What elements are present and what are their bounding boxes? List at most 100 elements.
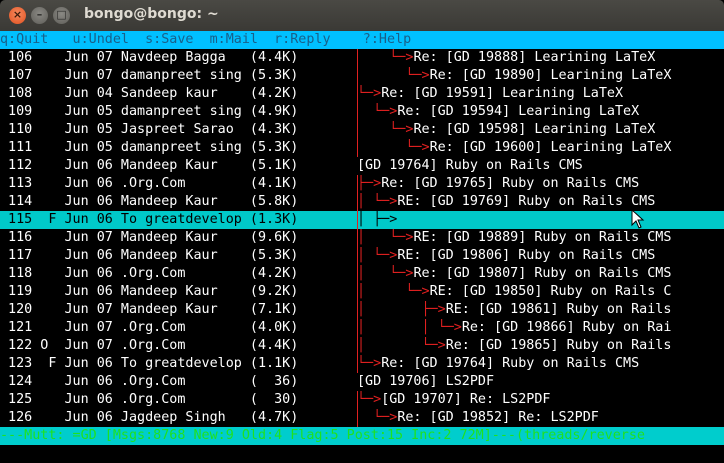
message-row[interactable]: 123 F Jun 06 To greatdevelop (1.1K) └─>Re…: [0, 355, 724, 373]
thread-tree-and-subject: [GD 19706] LS2PDF: [357, 373, 494, 391]
thread-tree-and-subject: └─>Re: [GD 19591] Learining LaTeX: [357, 85, 623, 103]
message-row[interactable]: 108 Jun 04 Sandeep kaur (4.2K) └─>Re: [GD…: [0, 85, 724, 103]
message-row[interactable]: 119 Jun 06 Mandeep Kaur (9.2K) │ └─>RE: […: [0, 283, 724, 301]
message-summary: 117 Jun 06 Mandeep Kaur (5.3K): [0, 248, 299, 263]
message-summary: 106 Jun 07 Navdeep Bagga (4.4K): [0, 50, 299, 65]
thread-tree-and-subject: └─>Re: [GD 19598] Learining LaTeX: [357, 121, 655, 139]
message-summary: 108 Jun 04 Sandeep kaur (4.2K): [0, 86, 299, 101]
status-bar: ---Mutt: =GD [Msgs:8768 New:9 Old:4 Flag…: [0, 427, 724, 445]
thread-tree-and-subject: │ └─>RE: [GD 19889] Ruby on Rails CMS: [357, 229, 671, 247]
thread-tree-and-subject: └─>Re: [GD 19852] Re: LS2PDF: [357, 409, 599, 427]
thread-tree-and-subject: └─>Re: [GD 19764] Ruby on Rails CMS: [357, 355, 639, 373]
thread-arrow: └─>: [357, 104, 398, 119]
message-row[interactable]: 117 Jun 06 Mandeep Kaur (5.3K) │ └─>RE: […: [0, 247, 724, 265]
message-row[interactable]: 110 Jun 05 Jaspreet Sarao (4.3K) └─>Re: …: [0, 121, 724, 139]
message-row[interactable]: 107 Jun 07 damanpreet sing (5.3K) └─>Re:…: [0, 67, 724, 85]
window-titlebar: × – □ bongo@bongo: ~: [0, 0, 724, 31]
message-subject: Re: [GD 19890] Learining LaTeX: [429, 68, 672, 83]
message-row[interactable]: 126 Jun 06 Jagdeep Singh (4.7K) └─>Re: […: [0, 409, 724, 427]
message-summary: 116 Jun 07 Mandeep Kaur (9.6K): [0, 230, 299, 245]
thread-tree-and-subject: │ ├─>RE: [GD 19861] Ruby on Rails: [357, 301, 671, 319]
message-subject: Re: [GD 19591] Learining LaTeX: [381, 86, 624, 101]
maximize-window-button[interactable]: □: [53, 7, 70, 24]
thread-arrow: │ └─>: [357, 230, 414, 245]
thread-tree-and-subject: │ └─>RE: [GD 19806] Ruby on Rails CMS: [357, 247, 655, 265]
message-summary: 109 Jun 05 damanpreet sing (4.9K): [0, 104, 299, 119]
message-summary: 124 Jun 06 .Org.Com ( 36): [0, 374, 299, 389]
message-row[interactable]: 106 Jun 07 Navdeep Bagga (4.4K) └─>Re: […: [0, 49, 724, 67]
message-row[interactable]: 124 Jun 06 .Org.Com ( 36) [GD 19706] LS2P…: [0, 373, 724, 391]
thread-arrow: └─>: [357, 50, 414, 65]
thread-tree-and-subject: └─>Re: [GD 19594] Learining LaTeX: [357, 103, 639, 121]
message-row[interactable]: 109 Jun 05 damanpreet sing (4.9K) └─>Re:…: [0, 103, 724, 121]
thread-tree-and-subject: │ └─>RE: [GD 19850] Ruby on Rails C: [357, 283, 671, 301]
message-row[interactable]: 113 Jun 06 .Org.Com (4.1K) ├─>Re: [GD 197…: [0, 175, 724, 193]
message-subject: [GD 19706] LS2PDF: [357, 374, 495, 389]
message-subject: Re: [GD 19594] Learining LaTeX: [397, 104, 640, 119]
message-subject: Re: [GD 19866] Ruby on Rai: [461, 320, 672, 335]
thread-tree-and-subject: │ │ └─>Re: [GD 19866] Ruby on Rai: [357, 319, 671, 337]
message-summary: 123 F Jun 06 To greatdevelop (1.1K): [0, 356, 299, 371]
thread-arrow: │ └─>: [357, 248, 398, 263]
thread-arrow: │ └─>: [357, 284, 430, 299]
message-subject: Re: [GD 19852] Re: LS2PDF: [397, 410, 599, 425]
message-row[interactable]: 114 Jun 06 Mandeep Kaur (5.8K) │ └─>RE: […: [0, 193, 724, 211]
message-summary: 110 Jun 05 Jaspreet Sarao (4.3K): [0, 122, 299, 137]
thread-arrow: │ └─>: [357, 194, 398, 209]
message-subject: RE: [GD 19861] Ruby on Rails: [445, 302, 672, 317]
thread-arrow: │ ├─>: [357, 302, 446, 317]
thread-arrow: └─>: [357, 392, 382, 407]
message-subject: Re: [GD 19888] Learining LaTeX: [413, 50, 656, 65]
message-summary: 119 Jun 06 Mandeep Kaur (9.2K): [0, 284, 299, 299]
message-subject: RE: [GD 19889] Ruby on Rails CMS: [413, 230, 672, 245]
help-bar: q:Quit u:Undel s:Save m:Mail r:Reply ?:H…: [0, 31, 724, 49]
message-summary: 107 Jun 07 damanpreet sing (5.3K): [0, 68, 299, 83]
message-subject: Re: [GD 19807] Ruby on Rails CMS: [413, 266, 672, 281]
message-row[interactable]: 125 Jun 06 .Org.Com ( 30) └─>[GD 19707] R…: [0, 391, 724, 409]
mouse-pointer-icon: [631, 209, 645, 229]
message-summary: 111 Jun 05 damanpreet sing (5.3K): [0, 140, 299, 155]
thread-tree-and-subject: ├─>Re: [GD 19765] Ruby on Rails CMS: [357, 175, 639, 193]
message-row[interactable]: 118 Jun 06 .Org.Com (4.2K) │ └─>Re: [GD 1…: [0, 265, 724, 283]
message-summary: 118 Jun 06 .Org.Com (4.2K): [0, 266, 299, 281]
message-subject: Re: [GD 19865] Ruby on Rails: [445, 338, 672, 353]
message-summary: 112 Jun 06 Mandeep Kaur (5.1K): [0, 158, 299, 173]
thread-arrow: │ │ └─>: [357, 320, 462, 335]
message-subject: [GD 19764] Ruby on Rails CMS: [357, 158, 583, 173]
message-row[interactable]: 116 Jun 07 Mandeep Kaur (9.6K) │ └─>RE: […: [0, 229, 724, 247]
message-summary: 114 Jun 06 Mandeep Kaur (5.8K): [0, 194, 299, 209]
message-summary: 120 Jun 07 Mandeep Kaur (7.1K): [0, 302, 299, 317]
thread-tree-and-subject: └─>[GD 19707] Re: LS2PDF: [357, 391, 551, 409]
thread-arrow: └─>: [357, 68, 430, 83]
thread-tree-and-subject: │ └─>Re: [GD 19865] Ruby on Rails: [357, 337, 671, 355]
message-row[interactable]: 121 Jun 07 .Org.Com (4.0K) │ │ └─>Re: [GD…: [0, 319, 724, 337]
message-summary: 126 Jun 06 Jagdeep Singh (4.7K): [0, 410, 299, 425]
message-summary: 122 O Jun 07 .Org.Com (4.4K): [0, 338, 299, 353]
thread-arrow: ├─>: [357, 176, 382, 191]
thread-tree-and-subject: └─>Re: [GD 19600] Learining LaTeX: [357, 139, 671, 157]
thread-arrow: │ ├─>: [357, 212, 398, 227]
message-row[interactable]: 115 F Jun 06 To greatdevelop (1.3K) │ ├─>: [0, 211, 724, 229]
message-summary: 113 Jun 06 .Org.Com (4.1K): [0, 176, 299, 191]
message-subject: RE: [GD 19806] Ruby on Rails CMS: [397, 248, 656, 263]
minimize-window-button[interactable]: –: [31, 7, 48, 24]
message-row[interactable]: 120 Jun 07 Mandeep Kaur (7.1K) │ ├─>RE: […: [0, 301, 724, 319]
close-window-button[interactable]: ×: [9, 7, 26, 24]
message-row[interactable]: 111 Jun 05 damanpreet sing (5.3K) └─>Re:…: [0, 139, 724, 157]
thread-arrow: │ └─>: [357, 338, 446, 353]
thread-arrow: └─>: [357, 122, 414, 137]
message-row[interactable]: 122 O Jun 07 .Org.Com (4.4K) │ └─>Re: [GD…: [0, 337, 724, 355]
message-subject: Re: [GD 19764] Ruby on Rails CMS: [381, 356, 640, 371]
terminal[interactable]: q:Quit u:Undel s:Save m:Mail r:Reply ?:H…: [0, 31, 724, 463]
thread-tree-and-subject: └─>Re: [GD 19890] Learining LaTeX: [357, 67, 671, 85]
message-subject: RE: [GD 19850] Ruby on Rails C: [429, 284, 672, 299]
thread-tree-and-subject: [GD 19764] Ruby on Rails CMS: [357, 157, 583, 175]
thread-arrow: └─>: [357, 356, 382, 371]
message-summary: 115 F Jun 06 To greatdevelop (1.3K): [0, 212, 299, 227]
message-subject: RE: [GD 19769] Ruby on Rails CMS: [397, 194, 656, 209]
thread-tree-and-subject: └─>Re: [GD 19888] Learining LaTeX: [357, 49, 655, 67]
message-subject: Re: [GD 19765] Ruby on Rails CMS: [381, 176, 640, 191]
message-subject: Re: [GD 19600] Learining LaTeX: [429, 140, 672, 155]
message-row[interactable]: 112 Jun 06 Mandeep Kaur (5.1K) [GD 19764]…: [0, 157, 724, 175]
thread-arrow: └─>: [357, 410, 398, 425]
